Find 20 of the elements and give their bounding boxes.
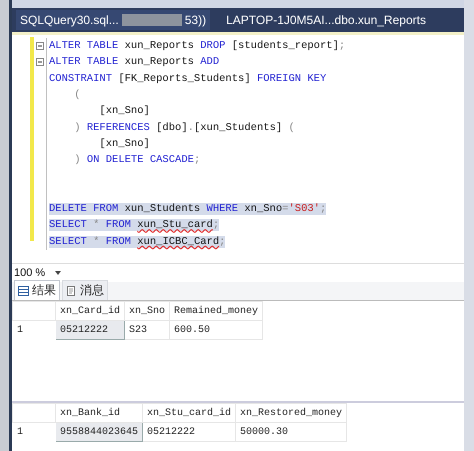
collapse-icon[interactable] bbox=[36, 42, 44, 50]
result-tab[interactable]: 结果 bbox=[14, 280, 60, 300]
column-header: Remained_money bbox=[170, 302, 263, 320]
table-cell[interactable]: S23 bbox=[124, 320, 170, 340]
document-tab[interactable]: LAPTOP-1J0M5AI...dbo.xun_Reports bbox=[222, 10, 430, 30]
result-tab[interactable]: 消息 bbox=[62, 280, 108, 300]
column-header: xn_Stu_card_id bbox=[142, 404, 236, 422]
document-icon bbox=[66, 286, 77, 296]
table-cell[interactable]: 600.50 bbox=[170, 320, 263, 340]
grid-icon bbox=[18, 286, 29, 296]
column-header: xn_Bank_id bbox=[56, 404, 143, 422]
zoom-dropdown[interactable]: 100 % bbox=[14, 267, 62, 279]
table-cell[interactable]: 9558844023645 bbox=[56, 422, 143, 442]
table-cell[interactable]: 05212222 bbox=[142, 422, 236, 442]
table-cell[interactable]: 05212222 bbox=[56, 320, 125, 340]
table-cell[interactable]: 50000.30 bbox=[236, 422, 347, 442]
caret-icon bbox=[55, 271, 62, 275]
column-header: xn_Restored_money bbox=[236, 404, 347, 422]
collapse-icon[interactable] bbox=[36, 58, 44, 66]
document-tab[interactable]: SQLQuery30.sql... 53)) bbox=[16, 10, 210, 30]
